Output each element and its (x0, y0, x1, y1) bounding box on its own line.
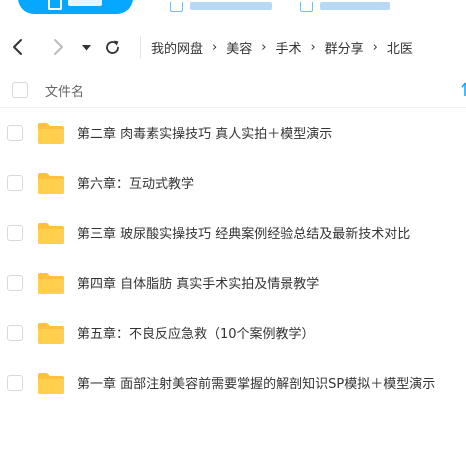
folder-icon (38, 173, 64, 194)
back-button[interactable] (6, 30, 30, 64)
sort-arrow-icon[interactable] (460, 82, 466, 96)
folder-icon (38, 273, 64, 294)
offline-download-button-label (320, 2, 390, 10)
offline-download-icon (300, 2, 313, 12)
nav-divider (140, 36, 141, 58)
file-name[interactable]: 第五章：不良反应急救（10个案例教学） (77, 323, 466, 342)
new-folder-button-label (190, 2, 272, 10)
folder-icon (38, 223, 64, 244)
breadcrumb: 我的网盘 › 美容 › 手术 › 群分享 › 北医 (151, 30, 413, 64)
row-checkbox[interactable] (7, 175, 23, 191)
folder-icon (38, 373, 64, 394)
refresh-button[interactable] (100, 30, 124, 64)
row-checkbox[interactable] (7, 325, 23, 341)
list-item[interactable]: 第二章 肉毒素实操技巧 真人实拍＋模型演示 (0, 108, 466, 158)
file-name[interactable]: 第三章 玻尿酸实操技巧 经典案例经验总结及最新技术对比 (77, 223, 466, 242)
folder-icon (38, 123, 64, 144)
history-dropdown-button[interactable] (78, 30, 94, 64)
navigation-bar: 我的网盘 › 美容 › 手术 › 群分享 › 北医 (0, 30, 466, 64)
row-checkbox[interactable] (7, 225, 23, 241)
breadcrumb-item-beauty[interactable]: 美容 (226, 38, 252, 57)
chevron-left-icon (13, 39, 22, 55)
upload-button[interactable] (18, 0, 133, 14)
breadcrumb-item-group-share[interactable]: 群分享 (325, 38, 364, 57)
file-name[interactable]: 第二章 肉毒素实操技巧 真人实拍＋模型演示 (77, 123, 466, 142)
breadcrumb-separator: › (310, 39, 316, 55)
offline-download-button[interactable] (300, 0, 400, 14)
forward-button[interactable] (46, 30, 70, 64)
breadcrumb-separator: › (372, 39, 378, 55)
file-name[interactable]: 第四章 自体脂肪 真实手术实拍及情景教学 (77, 273, 466, 292)
breadcrumb-separator: › (261, 39, 267, 55)
list-item[interactable]: 第一章 面部注射美容前需要掌握的解剖知识SP模拟＋模型演示 (0, 358, 466, 408)
file-name[interactable]: 第一章 面部注射美容前需要掌握的解剖知识SP模拟＋模型演示 (77, 373, 466, 392)
upload-icon (48, 0, 62, 10)
file-list: 第二章 肉毒素实操技巧 真人实拍＋模型演示 第六章：互动式教学 第三章 玻尿酸实… (0, 108, 466, 408)
breadcrumb-item-my-drive[interactable]: 我的网盘 (151, 38, 203, 57)
list-item[interactable]: 第五章：不良反应急救（10个案例教学） (0, 308, 466, 358)
breadcrumb-item-surgery[interactable]: 手术 (275, 38, 301, 57)
row-checkbox[interactable] (7, 125, 23, 141)
list-item[interactable]: 第六章：互动式教学 (0, 158, 466, 208)
list-item[interactable]: 第三章 玻尿酸实操技巧 经典案例经验总结及最新技术对比 (0, 208, 466, 258)
folder-icon (38, 323, 64, 344)
list-header: 文件名 (0, 72, 466, 108)
file-name[interactable]: 第六章：互动式教学 (77, 173, 466, 192)
row-checkbox[interactable] (7, 375, 23, 391)
refresh-icon (105, 40, 119, 54)
caret-down-icon (81, 44, 91, 50)
new-folder-icon (170, 2, 183, 12)
list-item[interactable]: 第四章 自体脂肪 真实手术实拍及情景教学 (0, 258, 466, 308)
column-header-name[interactable]: 文件名 (45, 81, 84, 100)
select-all-checkbox[interactable] (12, 82, 28, 98)
breadcrumb-separator: › (212, 39, 218, 55)
upload-button-label (68, 0, 102, 6)
new-folder-button[interactable] (170, 0, 280, 14)
chevron-right-icon (54, 39, 63, 55)
row-checkbox[interactable] (7, 275, 23, 291)
breadcrumb-item-current[interactable]: 北医 (387, 38, 413, 57)
top-toolbar (0, 0, 466, 24)
